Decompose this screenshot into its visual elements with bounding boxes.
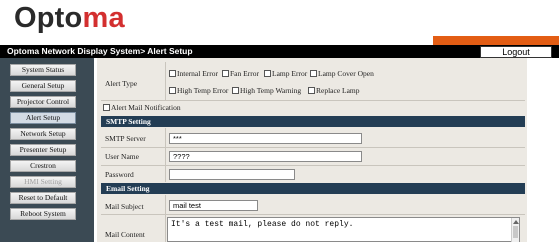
mail-content-label: Mail Content: [105, 230, 145, 239]
divider: [101, 147, 525, 148]
divider: [101, 214, 525, 215]
optoma-logo: Optoma: [14, 2, 125, 34]
alert-type-label: Alert Type: [105, 79, 138, 88]
alert-option-lamp-error[interactable]: Lamp Error: [264, 69, 307, 78]
smtp-section-header: SMTP Setting: [101, 116, 525, 127]
sidebar-item-presenter-setup[interactable]: Presenter Setup: [10, 144, 76, 156]
divider: [165, 62, 166, 100]
smtp-server-label: SMTP Server: [105, 134, 146, 143]
sidebar-item-hmi-setting: HMI Setting: [10, 176, 76, 188]
smtp-server-input[interactable]: ***: [169, 133, 362, 144]
alert-option-high-temp-error[interactable]: High Temp Error: [169, 86, 228, 95]
divider: [165, 195, 166, 242]
title-bar: Optoma Network Display System> Alert Set…: [0, 45, 559, 58]
scroll-thumb[interactable]: [513, 226, 518, 238]
sidebar-item-system-status[interactable]: System Status: [10, 64, 76, 76]
alert-option-lamp-cover-open[interactable]: Lamp Cover Open: [310, 69, 374, 78]
sidebar-item-general-setup[interactable]: General Setup: [10, 80, 76, 92]
sidebar-item-projector-control[interactable]: Projector Control: [10, 96, 76, 108]
checkbox[interactable]: [232, 87, 239, 94]
mail-subject-input[interactable]: mail test: [169, 200, 258, 211]
user-name-label: User Name: [105, 152, 139, 161]
alert-option-replace-lamp[interactable]: Replace Lamp: [308, 86, 360, 95]
sidebar-item-reboot-system[interactable]: Reboot System: [10, 208, 76, 220]
sidebar: System Status General Setup Projector Co…: [0, 58, 94, 242]
page-title: Optoma Network Display System> Alert Set…: [7, 46, 193, 56]
divider: [101, 165, 525, 166]
password-input[interactable]: [169, 169, 295, 180]
mail-subject-label: Mail Subject: [105, 202, 144, 211]
mail-content-textarea[interactable]: It's a test mail, please do not reply.: [167, 217, 520, 242]
logout-button[interactable]: Logout: [480, 46, 552, 58]
checkbox[interactable]: [310, 70, 317, 77]
checkbox[interactable]: [103, 104, 110, 111]
alert-option-fan-error[interactable]: Fan Error: [222, 69, 259, 78]
divider: [101, 100, 525, 101]
sidebar-item-network-setup[interactable]: Network Setup: [10, 128, 76, 140]
password-label: Password: [105, 170, 134, 179]
alert-mail-notification-toggle[interactable]: Alert Mail Notification: [103, 103, 181, 112]
checkbox[interactable]: [169, 70, 176, 77]
email-section-header: Email Setting: [101, 183, 525, 194]
checkbox[interactable]: [308, 87, 315, 94]
textarea-scrollbar[interactable]: [511, 218, 519, 242]
divider: [165, 128, 166, 182]
sidebar-item-crestron[interactable]: Crestron: [10, 160, 76, 172]
sidebar-item-alert-setup[interactable]: Alert Setup: [10, 112, 76, 124]
accent-strip: [433, 36, 559, 45]
checkbox[interactable]: [222, 70, 229, 77]
sidebar-item-reset-to-default[interactable]: Reset to Default: [10, 192, 76, 204]
scroll-up-icon[interactable]: [513, 220, 519, 224]
checkbox[interactable]: [264, 70, 271, 77]
user-name-input[interactable]: ????: [169, 151, 362, 162]
alert-option-high-temp-warning[interactable]: High Temp Warning: [232, 86, 301, 95]
checkbox[interactable]: [169, 87, 176, 94]
alert-option-internal-error[interactable]: Internal Error: [169, 69, 218, 78]
